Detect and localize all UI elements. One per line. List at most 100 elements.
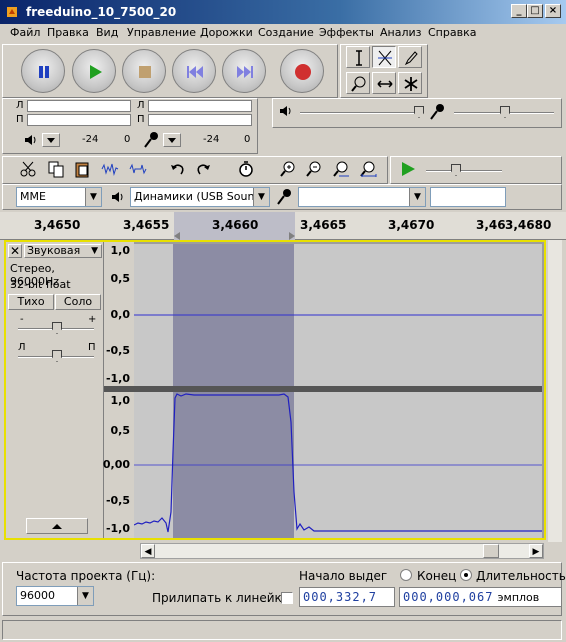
speaker-icon	[25, 135, 36, 145]
pause-button[interactable]	[21, 49, 65, 93]
project-rate-select[interactable]: 96000 ▼	[16, 586, 94, 606]
ruler-tick: 3,4655	[123, 218, 170, 232]
input-device-select[interactable]: ▼	[298, 187, 426, 207]
selection-tool[interactable]	[346, 46, 370, 68]
output-device-select[interactable]: Динамики (USB Sound De ▼	[130, 187, 270, 207]
solo-button[interactable]: Соло	[55, 294, 101, 310]
radio-dot	[464, 573, 468, 577]
asterisk-icon	[404, 77, 418, 91]
waveform-right	[133, 392, 542, 538]
time-shift-tool[interactable]	[372, 72, 396, 94]
stop-button[interactable]	[122, 49, 166, 93]
audio-host-select[interactable]: MME ▼	[16, 187, 102, 207]
close-button[interactable]: ×	[545, 4, 561, 18]
zoom-in-button[interactable]	[276, 158, 300, 180]
trim-button[interactable]	[98, 158, 122, 180]
snap-to-label: Прилипать к линейке	[152, 591, 290, 605]
record-button[interactable]	[280, 49, 324, 93]
end-radio-label: Конец	[417, 569, 457, 583]
zoom-out-button[interactable]	[302, 158, 326, 180]
double-arrow-icon	[377, 80, 393, 88]
sync-lock-button[interactable]	[234, 158, 258, 180]
play-icon	[90, 65, 102, 79]
menu-file[interactable]: Файл	[10, 26, 40, 39]
vertical-scale-bottom: 1,0 0,5 0,00 -0,5 -1,0	[103, 392, 134, 538]
redo-button[interactable]	[192, 158, 216, 180]
redo-icon	[197, 164, 210, 175]
track-bit-depth: 32-bit float	[10, 278, 71, 291]
undo-button[interactable]	[165, 158, 189, 180]
waveform-channel-left[interactable]	[134, 244, 542, 386]
fit-selection-button[interactable]	[329, 158, 353, 180]
menu-help[interactable]: Справка	[428, 26, 476, 39]
menu-bar: Файл Правка Вид Управление Дорожки Созда…	[0, 24, 566, 42]
timeline-ruler[interactable]: 3,4650 3,4655 3,4660 3,4665 3,4670 3,467…	[0, 212, 566, 240]
minimize-button[interactable]: _	[511, 4, 527, 18]
track-menu-button[interactable]: Звуковая ▼	[24, 244, 102, 258]
mute-button[interactable]: Тихо	[8, 294, 54, 310]
end-radio[interactable]	[400, 569, 412, 581]
chevron-down-icon	[47, 138, 55, 143]
silence-button[interactable]	[126, 158, 150, 180]
ruler-tick: 3,4680	[505, 218, 552, 232]
gain-slider[interactable]	[52, 322, 62, 334]
play-meter-left: Л	[16, 100, 131, 112]
scroll-left-button[interactable]: ◀	[141, 544, 155, 558]
selection-start-field[interactable]: 000,332,7	[299, 587, 395, 607]
cut-button[interactable]	[16, 158, 40, 180]
rec-tick-max: 0	[244, 134, 251, 145]
selection-start-label: Начало выдег	[299, 569, 388, 583]
silence-icon	[129, 163, 147, 175]
magnifier-icon	[351, 76, 366, 92]
menu-effects[interactable]: Эффекты	[319, 26, 374, 39]
menu-edit[interactable]: Правка	[47, 26, 89, 39]
input-channels-select[interactable]	[430, 187, 506, 207]
menu-analyze[interactable]: Анализ	[380, 26, 422, 39]
multi-tool[interactable]	[398, 72, 422, 94]
draw-tool[interactable]	[398, 46, 422, 68]
menu-transport[interactable]: Управление	[127, 26, 196, 39]
vertical-scrollbar[interactable]	[548, 240, 562, 542]
chevron-down-icon	[168, 138, 176, 143]
title-bar[interactable]: freeduino_10_7500_20 _ □ ×	[0, 0, 566, 24]
maximize-button[interactable]: □	[527, 4, 543, 18]
scroll-right-button[interactable]: ▶	[529, 544, 543, 558]
zoom-out-icon	[306, 161, 321, 177]
selection-markers	[174, 232, 295, 240]
length-radio[interactable]	[460, 569, 472, 581]
play-meter-right: П	[16, 114, 131, 126]
track-close-button[interactable]: ✕	[8, 244, 22, 258]
ruler-tick: 3,4665	[300, 218, 347, 232]
zoom-tool[interactable]	[346, 72, 370, 94]
copy-button[interactable]	[44, 158, 68, 180]
paste-button[interactable]	[70, 158, 94, 180]
play-button[interactable]	[72, 49, 116, 93]
rec-meter-right: П	[137, 114, 252, 126]
ruler-tick: 3,4675	[476, 218, 506, 232]
snap-to-checkbox[interactable]	[281, 592, 293, 604]
rec-meter-menu[interactable]	[163, 133, 181, 147]
fit-project-button[interactable]	[356, 158, 380, 180]
microphone-icon	[144, 132, 158, 148]
play-meter-menu[interactable]	[42, 133, 60, 147]
pan-left-label: Л	[18, 342, 26, 353]
collapse-track-button[interactable]	[26, 518, 88, 534]
play-tick-min: -24	[82, 134, 99, 145]
ruler-tick: 3,4670	[388, 218, 435, 232]
envelope-tool[interactable]	[372, 46, 396, 68]
skip-to-start-button[interactable]	[172, 49, 216, 93]
waveform-channel-right[interactable]	[133, 392, 542, 538]
skip-to-end-button[interactable]	[222, 49, 266, 93]
menu-view[interactable]: Вид	[96, 26, 118, 39]
menu-generate[interactable]: Создание	[258, 26, 314, 39]
horizontal-scrollbar[interactable]: ◀ ▶	[140, 543, 544, 559]
app-icon	[7, 7, 17, 17]
menu-tracks[interactable]: Дорожки	[200, 26, 253, 39]
scroll-thumb[interactable]	[483, 544, 499, 558]
undo-icon	[171, 164, 184, 175]
play-at-speed-button[interactable]	[396, 158, 420, 180]
record-icon	[295, 64, 311, 80]
chevron-up-icon	[52, 524, 62, 529]
pan-slider[interactable]	[52, 350, 62, 362]
selection-length-field[interactable]: 000,000,067 эмплов	[399, 587, 562, 607]
